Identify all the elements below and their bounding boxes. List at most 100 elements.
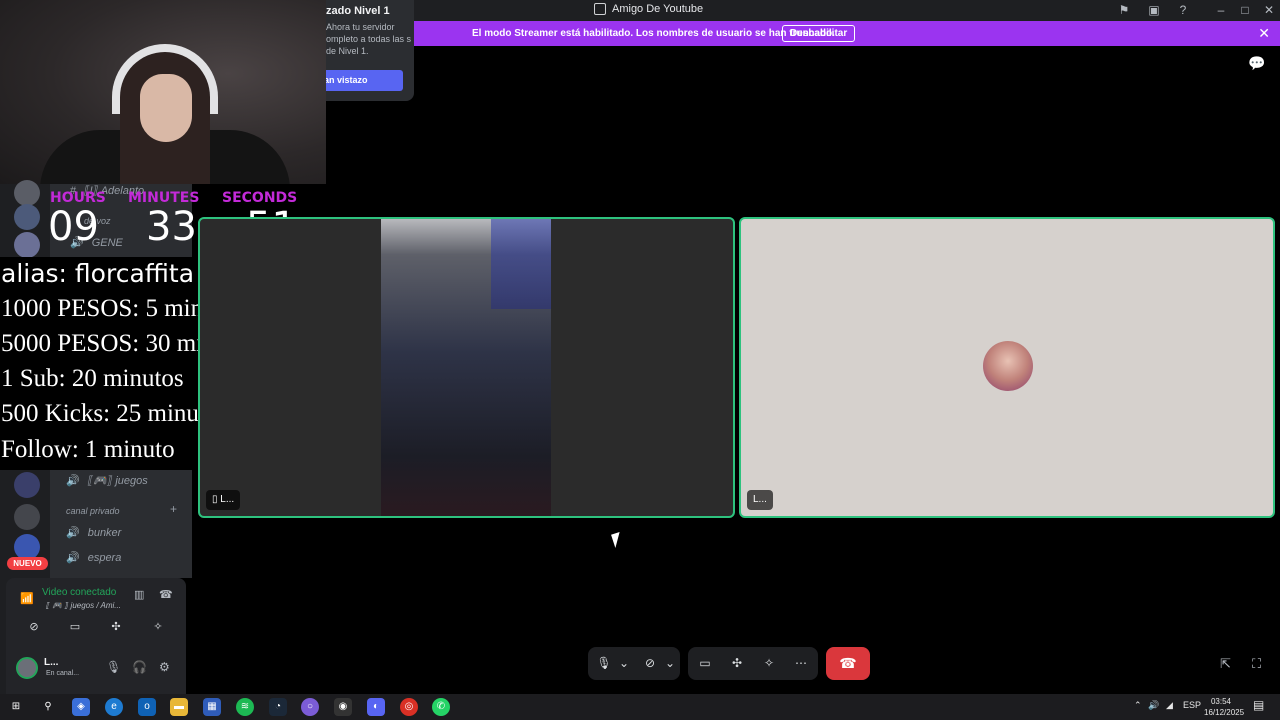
microphone-icon[interactable]: 🎙: [594, 655, 614, 672]
fullscreen-icon[interactable]: ⛶: [1252, 656, 1261, 672]
search-icon[interactable]: ⚲: [39, 698, 57, 716]
server-icon[interactable]: [14, 504, 40, 530]
channel-label: bunker: [87, 526, 122, 539]
spotify-icon[interactable]: ≋: [236, 698, 254, 716]
gear-icon[interactable]: ⚙: [159, 660, 170, 674]
streamer-webcam: [0, 0, 326, 184]
headphones-icon[interactable]: 🎧: [132, 660, 147, 674]
user-status: En canal...: [46, 670, 80, 677]
voice-status: Video conectado: [42, 587, 117, 598]
channel-bunker[interactable]: 🔊 bunker: [66, 526, 122, 540]
activities-icon[interactable]: ✣: [106, 618, 126, 636]
hangup-button[interactable]: ☎: [826, 647, 870, 680]
store-icon[interactable]: ▦: [203, 698, 221, 716]
private-category[interactable]: canal privado: [66, 506, 120, 516]
tile-label: L...: [753, 494, 767, 505]
screen-share-icon[interactable]: ▭: [65, 618, 85, 636]
chevron-down-icon[interactable]: ⌄: [614, 655, 634, 672]
network-icon[interactable]: ◢: [1166, 700, 1173, 711]
avatar: [983, 341, 1033, 391]
voice-channel[interactable]: ⟦ 🎮 ⟧ juegos / Ami...: [46, 601, 121, 610]
soundboard-icon[interactable]: ▥: [134, 588, 144, 601]
tile-label: L...: [220, 494, 235, 505]
streamer-mode-banner: El modo Streamer está habilitado. Los no…: [410, 21, 1280, 46]
effects-icon[interactable]: ✧: [148, 618, 168, 636]
camera-off-icon[interactable]: ⊘: [640, 655, 660, 672]
windows-start-icon[interactable]: ⊞: [7, 698, 25, 716]
server-icon[interactable]: [14, 472, 40, 498]
window-title: Amigo De Youtube: [594, 3, 703, 15]
disable-streamer-button[interactable]: Deshabilitar: [782, 25, 856, 42]
tile-name-tag: L...: [747, 490, 773, 510]
flag-icon[interactable]: ⚑: [1116, 3, 1132, 18]
avatar[interactable]: [16, 657, 38, 679]
add-channel-icon[interactable]: +: [170, 502, 177, 516]
window-title-text: Amigo De Youtube: [612, 3, 704, 15]
notification-icon[interactable]: ▤: [1253, 698, 1264, 712]
alias-text: alias: florcaffita: [0, 257, 198, 291]
chrome-icon[interactable]: ◎: [400, 698, 418, 716]
taskbar: ⊞ ⚲ ◈ e o ▬ ▦ ≋ ◔ ○ ◉ ◐ ◎ ✆ ⌃ 🔊 ◢ ESP 03…: [0, 694, 1280, 720]
screen-share-icon[interactable]: ▭: [695, 655, 715, 672]
app-icon[interactable]: ○: [301, 698, 319, 716]
outlook-icon[interactable]: o: [138, 698, 156, 716]
disconnect-icon[interactable]: ☎: [159, 588, 173, 601]
popup-text: Ahora tu servidor ompleto a todas las s …: [326, 22, 412, 56]
microphone-icon[interactable]: 🎙: [106, 660, 121, 674]
channel-label: ⟦🎮⟧ juegos: [87, 475, 148, 487]
clock-date: 16/12/2025: [1204, 708, 1245, 717]
chat-icon[interactable]: 💬: [1248, 55, 1265, 72]
maximize-button[interactable]: □: [1237, 2, 1253, 18]
close-window-button[interactable]: ✕: [1261, 2, 1277, 18]
minutes-value: 33: [146, 204, 197, 250]
folder-icon[interactable]: ▬: [170, 698, 188, 716]
channel-juegos[interactable]: 🔊 ⟦🎮⟧ juegos: [66, 474, 148, 487]
copilot-icon[interactable]: ◈: [72, 698, 90, 716]
new-badge[interactable]: NUEVO: [7, 557, 48, 570]
video-tile[interactable]: L...: [739, 217, 1275, 518]
language-indicator[interactable]: ESP: [1183, 700, 1201, 710]
user-panel: L... En canal... 🎙 🎧 ⚙: [6, 646, 186, 694]
monitor-icon[interactable]: ▣: [1146, 3, 1162, 18]
camera-off-icon[interactable]: ⊘: [24, 618, 44, 636]
video-stream: [381, 219, 551, 516]
minimize-button[interactable]: –: [1213, 2, 1229, 18]
chevron-down-icon[interactable]: ⌄: [660, 655, 680, 672]
rule-line: Follow: 1 minuto: [1, 436, 175, 463]
clock[interactable]: 03:54 16/12/2025: [1204, 696, 1245, 718]
popup-button[interactable]: an vistazo: [322, 70, 403, 91]
whatsapp-icon[interactable]: ✆: [432, 698, 450, 716]
media-controls: 🎙 ⌄ ⊘ ⌄: [588, 647, 680, 680]
steam-icon[interactable]: ◔: [269, 698, 287, 716]
rule-line: 500 Kicks: 25 minutos: [1, 400, 229, 427]
rule-line: 1 Sub: 20 minutos: [1, 365, 184, 392]
speaker-icon: 🔊: [66, 552, 80, 564]
signal-icon[interactable]: 📶: [20, 592, 34, 605]
clock-time: 03:54: [1210, 697, 1232, 706]
server-icon: [594, 3, 606, 15]
channel-label: espera: [87, 551, 122, 564]
username: L...: [44, 657, 59, 668]
help-icon[interactable]: ?: [1175, 3, 1191, 18]
call-actions: ▭ ✣ ✧ ⋯: [688, 647, 818, 680]
mouse-cursor: [611, 531, 624, 549]
voice-panel: 📶 Video conectado ⟦ 🎮 ⟧ juegos / Ami... …: [6, 578, 186, 646]
banner-message: El modo Streamer está habilitado. Los no…: [472, 28, 835, 39]
obs-icon[interactable]: ◉: [334, 698, 352, 716]
channel-espera[interactable]: 🔊 espera: [66, 551, 122, 565]
hours-value: 09: [48, 204, 99, 250]
speaker-icon: 🔊: [66, 527, 80, 539]
popup-title: zado Nivel 1: [326, 5, 390, 17]
video-tile[interactable]: ▯ L...: [198, 217, 735, 518]
effects-icon[interactable]: ✧: [759, 655, 779, 672]
chevron-up-icon[interactable]: ⌃: [1134, 700, 1142, 711]
more-icon[interactable]: ⋯: [791, 655, 811, 672]
volume-icon[interactable]: 🔊: [1148, 700, 1159, 711]
discord-icon[interactable]: ◐: [367, 698, 385, 716]
popout-icon[interactable]: ⇱: [1220, 656, 1231, 672]
close-icon[interactable]: ✕: [1258, 25, 1270, 41]
edge-icon[interactable]: e: [105, 698, 123, 716]
activities-icon[interactable]: ✣: [727, 655, 747, 672]
tile-name-tag: ▯ L...: [206, 490, 241, 510]
speaker-icon: 🔊: [66, 475, 80, 487]
